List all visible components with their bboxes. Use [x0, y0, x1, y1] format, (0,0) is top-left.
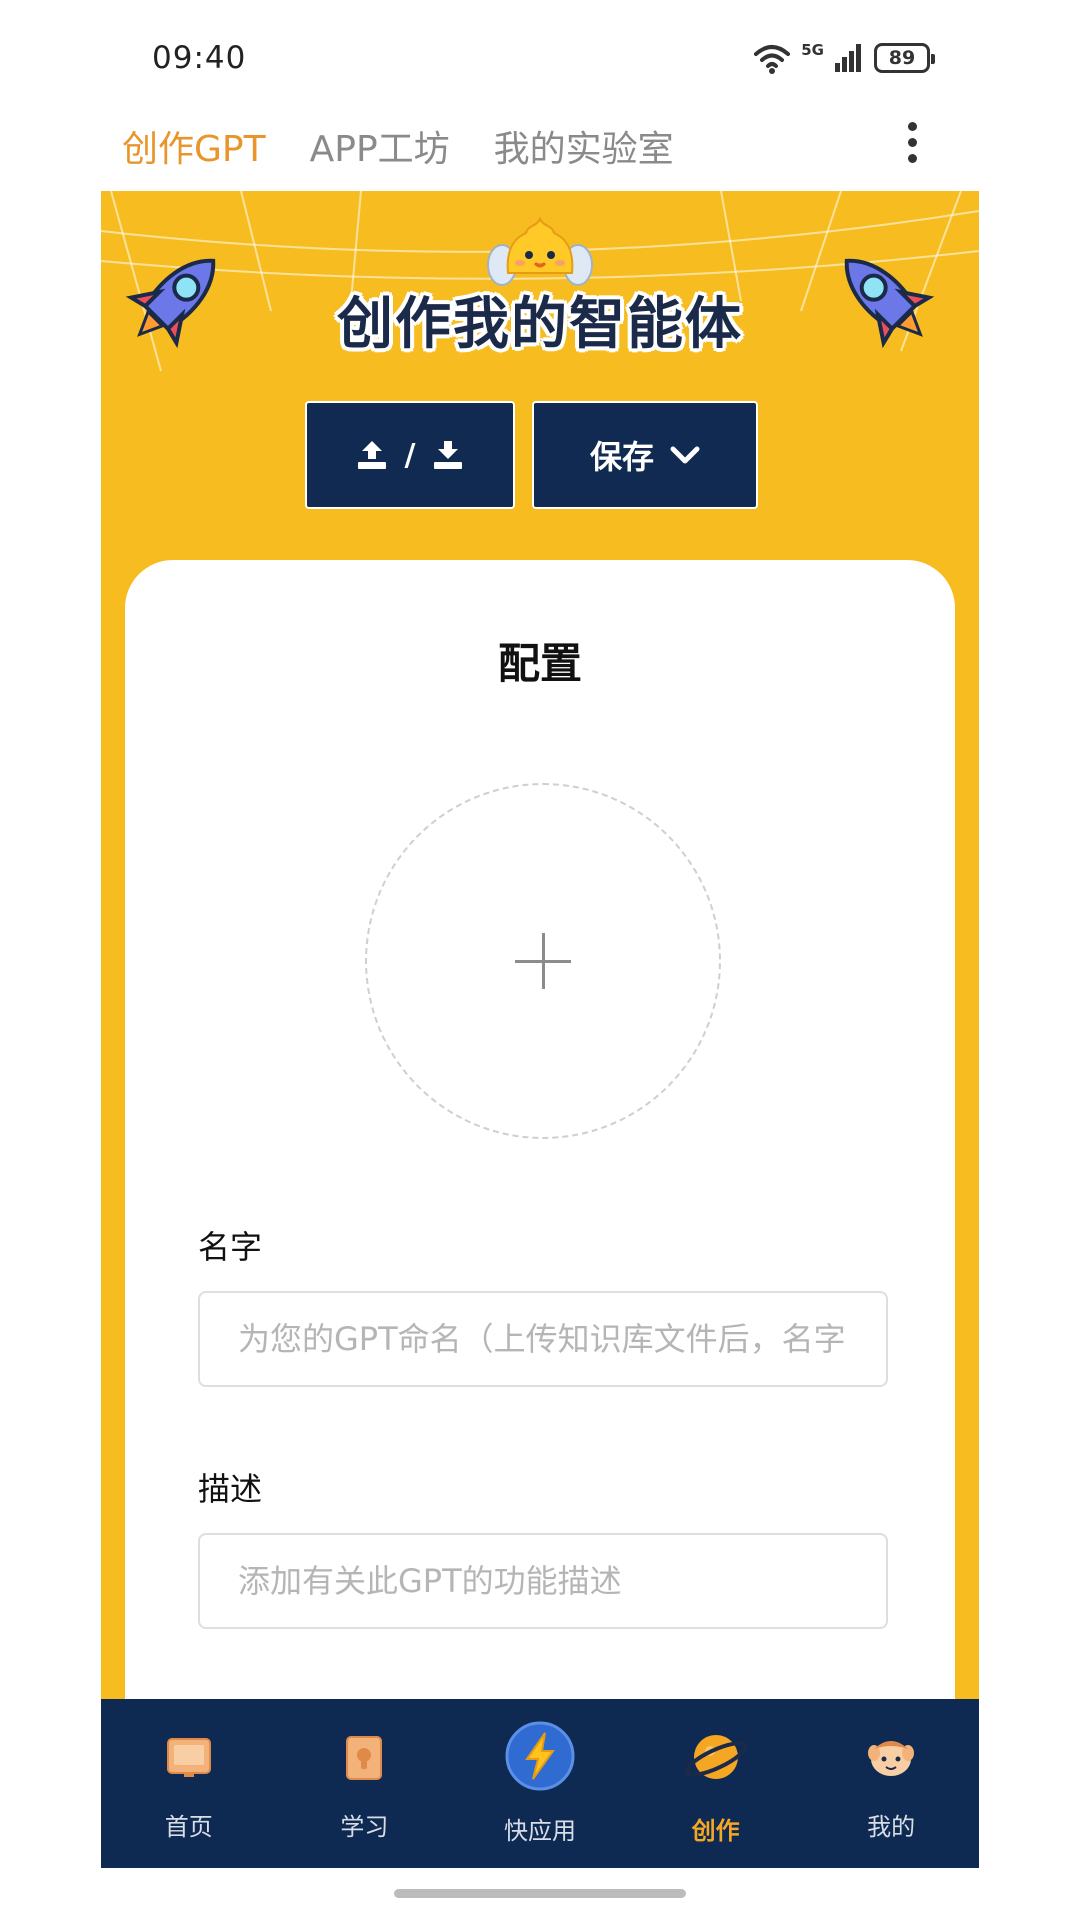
book-icon: [346, 1736, 383, 1780]
description-label: 描述: [198, 1470, 263, 1508]
download-icon: [434, 441, 463, 469]
nav-item-quick-app[interactable]: 快应用: [452, 1699, 628, 1868]
plus-icon: [515, 933, 571, 989]
battery-level: 89: [888, 47, 916, 69]
upload-icon: [357, 441, 386, 469]
mascot-icon: [487, 216, 593, 286]
planet-icon: [684, 1735, 747, 1779]
banner-title: 创作我的智能体: [337, 292, 743, 357]
nav-item-create[interactable]: 创作: [628, 1699, 804, 1868]
name-label: 名字: [198, 1228, 263, 1266]
status-time: 09:40: [152, 40, 247, 76]
description-field[interactable]: [198, 1533, 888, 1629]
nav-label: 首页: [164, 1813, 213, 1841]
nav-label: 我的: [867, 1813, 916, 1841]
nav-label: 学习: [340, 1813, 389, 1841]
tab-my-lab[interactable]: 我的实验室: [494, 120, 674, 172]
upload-download-button[interactable]: /: [305, 401, 515, 509]
save-label: 保存: [589, 438, 654, 476]
bottom-nav: 首页 学习 快应用 创作 我的: [101, 1699, 979, 1868]
action-row: / 保存: [305, 401, 758, 509]
gesture-bar[interactable]: [394, 1889, 686, 1898]
config-title: 配置: [497, 639, 582, 688]
home-icon: [166, 1738, 211, 1777]
app-screen: 09:40 5G 89 创作GPT APP工坊 我的实验室 创作我的智能体 / …: [0, 0, 1080, 1920]
slash-separator: /: [404, 437, 416, 473]
nav-label: 创作: [691, 1817, 740, 1845]
app-frame: 创作我的智能体 / 保存 配置 名字 为您的GPT命名（上传知识库文件后，名字 …: [101, 191, 979, 1868]
wifi-icon: [754, 45, 791, 74]
top-tab-bar: 创作GPT APP工坊 我的实验室: [122, 118, 674, 174]
nav-item-profile[interactable]: 我的: [803, 1699, 979, 1868]
more-menu-button[interactable]: [890, 118, 934, 166]
network-type-label: 5G: [801, 41, 824, 59]
more-dot: [907, 137, 917, 147]
nav-item-learn[interactable]: 学习: [277, 1699, 453, 1868]
lightning-icon: [505, 1721, 575, 1791]
battery-icon: 89: [874, 43, 935, 73]
profile-icon: [868, 1741, 915, 1776]
tab-app-workshop[interactable]: APP工坊: [310, 120, 450, 172]
signal-icon: [835, 44, 861, 72]
chevron-down-icon: [670, 446, 700, 464]
status-bar: 09:40 5G 89: [0, 0, 1080, 110]
nav-item-home[interactable]: 首页: [101, 1699, 277, 1868]
avatar-upload[interactable]: [365, 783, 721, 1139]
name-field[interactable]: [198, 1291, 888, 1387]
more-dots-icon: [907, 121, 917, 131]
tab-create-gpt[interactable]: 创作GPT: [122, 120, 266, 172]
nav-label: 快应用: [503, 1817, 576, 1845]
config-card: 配置 名字 描述: [125, 560, 955, 1720]
status-icons: 5G 89: [753, 40, 935, 76]
more-dot: [907, 153, 917, 163]
save-button[interactable]: 保存: [532, 401, 758, 509]
